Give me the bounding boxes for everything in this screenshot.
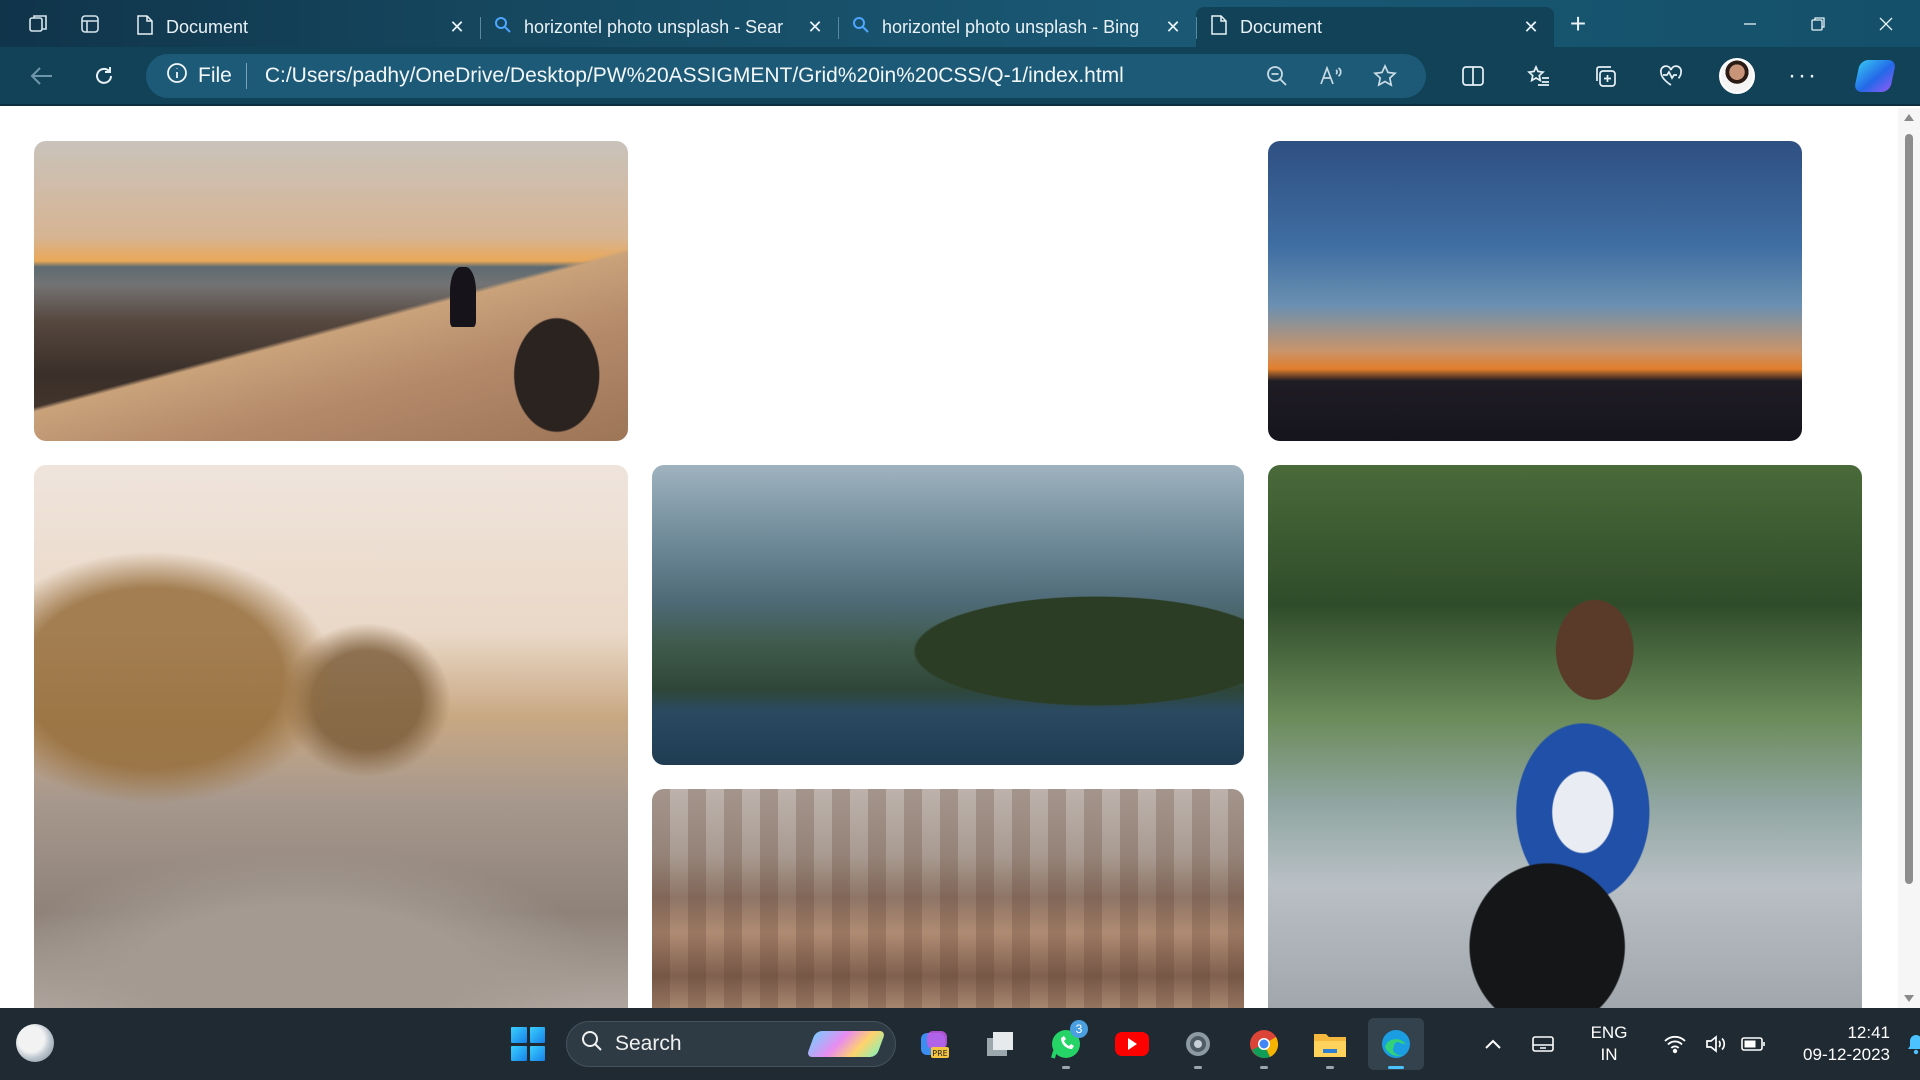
copilot-logo xyxy=(1853,59,1897,92)
close-window-button[interactable] xyxy=(1852,0,1920,47)
photo-foggy-city xyxy=(652,789,1244,1008)
copilot-preview-app-icon[interactable]: PRE xyxy=(906,1018,962,1070)
window-controls xyxy=(1716,0,1920,47)
language-indicator[interactable]: ENG IN xyxy=(1574,1022,1644,1066)
photo-frosty-field xyxy=(34,465,628,1008)
url-text[interactable]: C:/Users/padhy/OneDrive/Desktop/PW%20ASS… xyxy=(265,64,1250,88)
scroll-down-arrow-icon[interactable] xyxy=(1904,995,1914,1002)
read-aloud-icon[interactable] xyxy=(1304,65,1358,87)
address-bar[interactable]: File C:/Users/padhy/OneDrive/Desktop/PW%… xyxy=(146,53,1426,98)
tab-title: horizontel photo unsplash - Sear xyxy=(524,16,784,37)
tab-document-active[interactable]: Document ✕ xyxy=(1196,7,1554,47)
tab-actions-icon[interactable] xyxy=(68,0,112,47)
touch-keyboard-icon[interactable] xyxy=(1520,1034,1566,1054)
file-explorer-icon[interactable] xyxy=(1302,1018,1358,1070)
avatar xyxy=(1719,57,1755,94)
running-indicator xyxy=(1194,1066,1202,1069)
vertical-scrollbar[interactable] xyxy=(1898,108,1920,1008)
volume-icon[interactable] xyxy=(1698,1034,1734,1054)
running-indicator xyxy=(1062,1066,1070,1069)
photo-boy-on-motorbike xyxy=(1268,465,1862,1008)
tab-document-1[interactable]: Document ✕ xyxy=(122,7,480,47)
clock[interactable]: 12:41 09-12-2023 xyxy=(1788,1022,1898,1066)
photo-desert-sunset xyxy=(34,141,628,441)
toolbar-actions: ··· xyxy=(1440,54,1908,98)
browser-essentials-icon[interactable] xyxy=(1638,54,1704,98)
split-screen-icon[interactable] xyxy=(1440,54,1506,98)
browser-tab-bar: Document ✕ horizontel photo unsplash - S… xyxy=(0,0,1920,47)
settings-gear-icon[interactable] xyxy=(1170,1018,1226,1070)
search-icon xyxy=(494,16,512,39)
windows-logo-icon xyxy=(511,1027,545,1061)
page-icon xyxy=(1210,14,1228,41)
favorite-star-icon[interactable] xyxy=(1358,63,1412,88)
taskbar-apps: Search PRE 3 xyxy=(500,1018,1424,1070)
new-tab-button[interactable]: + xyxy=(1554,0,1602,47)
whatsapp-unread-badge: 3 xyxy=(1070,1020,1088,1038)
start-button[interactable] xyxy=(500,1018,556,1070)
photo-dusk-horizon xyxy=(1268,141,1802,441)
collections-icon[interactable] xyxy=(1572,54,1638,98)
search-icon xyxy=(581,1030,603,1058)
chrome-app-icon[interactable] xyxy=(1236,1018,1292,1070)
edge-app-icon[interactable] xyxy=(1368,1018,1424,1070)
windows-taskbar: Search PRE 3 ENG IN 12:41 09-12-2023 xyxy=(0,1008,1920,1080)
tab-title: Document xyxy=(1240,16,1323,37)
tab-search-2[interactable]: horizontel photo unsplash - Bing ✕ xyxy=(838,7,1196,47)
clock-time: 12:41 xyxy=(1847,1023,1890,1042)
region-code: IN xyxy=(1600,1045,1618,1064)
wifi-icon[interactable] xyxy=(1652,1034,1698,1054)
browser-toolbar: File C:/Users/padhy/OneDrive/Desktop/PW%… xyxy=(0,47,1920,106)
back-button[interactable] xyxy=(16,54,68,98)
info-icon xyxy=(166,62,188,90)
close-tab-icon[interactable]: ✕ xyxy=(1162,17,1184,38)
close-tab-icon[interactable]: ✕ xyxy=(1520,17,1542,38)
profile-avatar[interactable] xyxy=(1704,54,1770,98)
battery-icon[interactable] xyxy=(1734,1036,1774,1052)
page-icon xyxy=(136,14,154,41)
scroll-up-arrow-icon[interactable] xyxy=(1904,114,1914,121)
tab-search-1[interactable]: horizontel photo unsplash - Sear ✕ xyxy=(480,7,838,47)
whatsapp-app-icon[interactable]: 3 xyxy=(1038,1018,1094,1070)
chevron-up-icon[interactable] xyxy=(1470,1038,1516,1050)
photo-misty-lake xyxy=(652,465,1244,765)
tab-title: Document xyxy=(166,16,249,37)
zoom-out-icon[interactable] xyxy=(1250,65,1304,87)
search-highlight-icon xyxy=(806,1031,886,1057)
task-view-icon[interactable] xyxy=(972,1018,1028,1070)
workspaces-icon[interactable] xyxy=(16,0,60,47)
running-indicator xyxy=(1260,1066,1268,1069)
search-label: Search xyxy=(615,1032,682,1055)
restore-button[interactable] xyxy=(1784,0,1852,47)
refresh-button[interactable] xyxy=(78,54,130,98)
page-viewport xyxy=(0,108,1898,1008)
favorites-icon[interactable] xyxy=(1506,54,1572,98)
copilot-icon[interactable] xyxy=(1842,54,1908,98)
taskbar-search-box[interactable]: Search xyxy=(566,1021,896,1067)
clock-date: 09-12-2023 xyxy=(1803,1045,1890,1064)
language-code: ENG xyxy=(1590,1023,1628,1042)
svg-text:PRE: PRE xyxy=(932,1049,947,1058)
system-tray: ENG IN 12:41 09-12-2023 xyxy=(1470,1008,1920,1080)
minimize-button[interactable] xyxy=(1716,0,1784,47)
tab-title: horizontel photo unsplash - Bing xyxy=(882,16,1140,37)
notification-bell-icon[interactable] xyxy=(1898,1033,1920,1055)
scrollbar-thumb[interactable] xyxy=(1905,134,1913,884)
weather-widget-icon[interactable] xyxy=(16,1024,54,1062)
more-menu-icon[interactable]: ··· xyxy=(1770,54,1836,98)
search-icon xyxy=(852,16,870,39)
close-tab-icon[interactable]: ✕ xyxy=(804,17,826,38)
scheme-label: File xyxy=(198,63,232,87)
site-info-button[interactable]: File xyxy=(166,62,247,90)
close-tab-icon[interactable]: ✕ xyxy=(446,17,468,38)
youtube-app-icon[interactable] xyxy=(1104,1018,1160,1070)
running-indicator xyxy=(1388,1066,1404,1069)
running-indicator xyxy=(1326,1066,1334,1069)
